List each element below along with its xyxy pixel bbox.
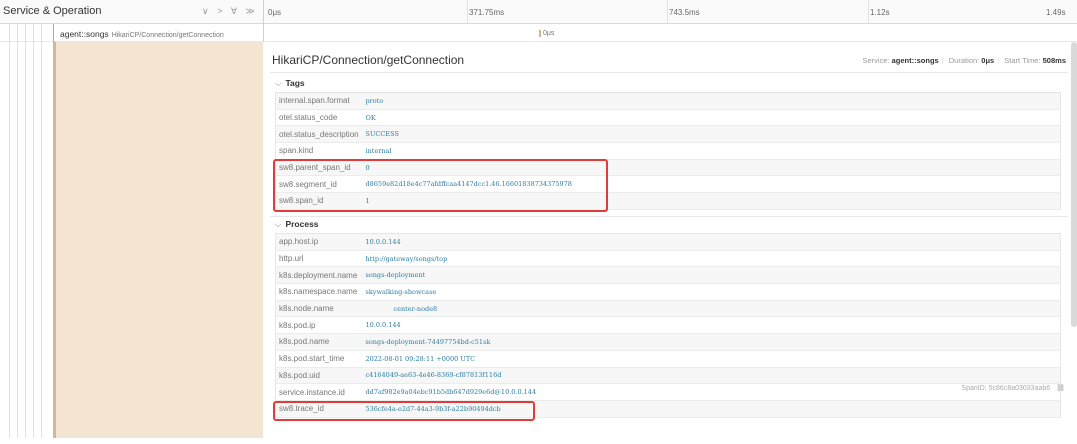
table-row: k8s.deployment.name songs-deployment	[275, 266, 1061, 285]
process-section-toggle[interactable]: ⌵ Process	[275, 219, 319, 230]
tree-guide	[25, 24, 26, 438]
duration-label: Duration:	[948, 56, 980, 65]
tag-value: internal	[365, 142, 1061, 160]
table-row: k8s.pod.uid c4164049-ae63-4e46-8369-cf878…	[275, 367, 1061, 385]
table-row: k8s.pod.start_time 2022-08-01 09:28:11 +0…	[275, 350, 1061, 368]
tags-label: Tags	[285, 78, 305, 88]
tree-guide	[9, 24, 10, 438]
scrollbar[interactable]	[1071, 42, 1077, 327]
tick-label: 1.49s	[1046, 8, 1066, 17]
process-value: songs-deployment-74497754bd-c51sk	[365, 333, 1061, 351]
tag-value: OK	[365, 109, 1061, 127]
process-value: dd7af982e9a04ebc91b5db647d929e6d@10.0.0.…	[365, 383, 1061, 401]
service-label: Service:	[862, 56, 890, 65]
span-bar-label: 0μs	[543, 30, 555, 37]
link-icon[interactable]: ⛓	[1056, 385, 1065, 392]
process-key: k8s.namespace.name	[275, 283, 366, 301]
process-key: k8s.deployment.name	[275, 266, 366, 285]
tree-guide	[17, 24, 18, 438]
tick-label: 0μs	[268, 8, 282, 17]
highlight-box-sw8-ids	[273, 159, 608, 212]
process-key: service.instance.id	[275, 383, 366, 401]
table-row: app.host.ip 10.0.0.144	[275, 233, 1061, 251]
tag-key: otel.status_code	[275, 109, 366, 127]
process-key: k8s.pod.uid	[275, 367, 366, 385]
tick-line	[467, 0, 468, 24]
span-detail-title: HikariCP/Connection/getConnection	[272, 53, 465, 67]
tree-guide	[33, 24, 34, 438]
span-operation: HikariCP/Connection/getConnection	[111, 32, 224, 39]
table-row: span.kind internal	[275, 142, 1061, 160]
span-id-label: SpanID: 5c86c8a03033aab6 ⛓	[961, 384, 1065, 392]
process-key: app.host.ip	[275, 233, 366, 251]
process-value: 10.0.0.144	[365, 233, 1061, 251]
start-time-value: 508ms	[1042, 56, 1066, 65]
tag-key: internal.span.format	[275, 92, 366, 110]
table-row: k8s.pod.name songs-deployment-74497754bd-…	[275, 333, 1061, 351]
tick-label: 371.75ms	[469, 8, 505, 17]
tick-label: 743.5ms	[669, 8, 700, 17]
tick-line	[868, 0, 869, 24]
chevron-down-icon: ⌵	[275, 78, 282, 88]
process-value: songs-deployment	[365, 266, 1061, 285]
table-row: service.instance.id dd7af982e9a04ebc91b5d…	[275, 383, 1061, 401]
process-value: http://gateway/songs/top	[365, 250, 1061, 268]
process-value: center-node8	[365, 300, 1061, 318]
span-service: agent::songs	[60, 29, 109, 39]
row-divider	[263, 24, 264, 42]
tags-section-toggle[interactable]: ⌵ Tags	[275, 78, 305, 89]
process-key: k8s.node.name	[275, 300, 366, 318]
process-key: http.url	[275, 250, 366, 268]
tag-key: otel.status_description	[275, 125, 366, 144]
tree-collapse-controls[interactable]: ∨ > ∀ ≫	[202, 6, 258, 17]
process-key: k8s.pod.ip	[275, 316, 366, 335]
timeline-header: Service & Operation ∨ > ∀ ≫ 0μs 371.75ms…	[0, 0, 1077, 24]
table-row: otel.status_description SUCCESS	[275, 125, 1061, 144]
process-value: skywalking-showcase	[365, 283, 1061, 301]
table-row: otel.status_code OK	[275, 109, 1061, 127]
service-value: agent::songs	[891, 56, 939, 65]
divider	[270, 72, 1068, 73]
span-detail-meta: Service: agent::songs | Duration: 0μs | St…	[862, 56, 1066, 65]
process-label: Process	[285, 219, 319, 229]
table-row: k8s.namespace.name skywalking-showcase	[275, 283, 1061, 301]
span-detail-indent	[53, 42, 263, 438]
start-time-label: Start Time:	[1004, 56, 1041, 65]
column-resizer[interactable]	[263, 0, 264, 24]
span-row[interactable]: agent::songs HikariCP/Connection/getConne…	[0, 24, 1077, 42]
tick-line	[667, 0, 668, 24]
process-value: 2022-08-01 09:28:11 +0000 UTC	[365, 350, 1061, 368]
process-key: k8s.pod.name	[275, 333, 366, 351]
tag-value: SUCCESS	[365, 125, 1061, 144]
tree-guide	[41, 24, 42, 438]
tag-value: proto	[365, 92, 1061, 110]
table-row: internal.span.format proto	[275, 92, 1061, 110]
span-name[interactable]: agent::songs HikariCP/Connection/getConne…	[60, 29, 224, 39]
process-key: k8s.pod.start_time	[275, 350, 366, 368]
process-value: c4164049-ae63-4e46-8369-cf87813f116d	[365, 367, 1061, 385]
span-bar[interactable]	[539, 30, 541, 37]
duration-value: 0μs	[981, 56, 995, 65]
process-table: app.host.ip 10.0.0.144 http.url http://gat…	[275, 233, 1061, 418]
span-id-value: SpanID: 5c86c8a03033aab6	[961, 385, 1051, 392]
service-operation-header: Service & Operation	[3, 5, 102, 17]
tag-key: span.kind	[275, 142, 366, 160]
table-row: k8s.pod.ip 10.0.0.144	[275, 316, 1061, 335]
tick-label: 1.12s	[870, 8, 890, 17]
table-row: http.url http://gateway/songs/top	[275, 250, 1061, 268]
process-value: 10.0.0.144	[365, 316, 1061, 335]
divider	[270, 216, 1068, 217]
chevron-down-icon: ⌵	[275, 219, 282, 229]
table-row: k8s.node.name center-node8	[275, 300, 1061, 318]
highlight-box-trace-id	[273, 401, 535, 421]
